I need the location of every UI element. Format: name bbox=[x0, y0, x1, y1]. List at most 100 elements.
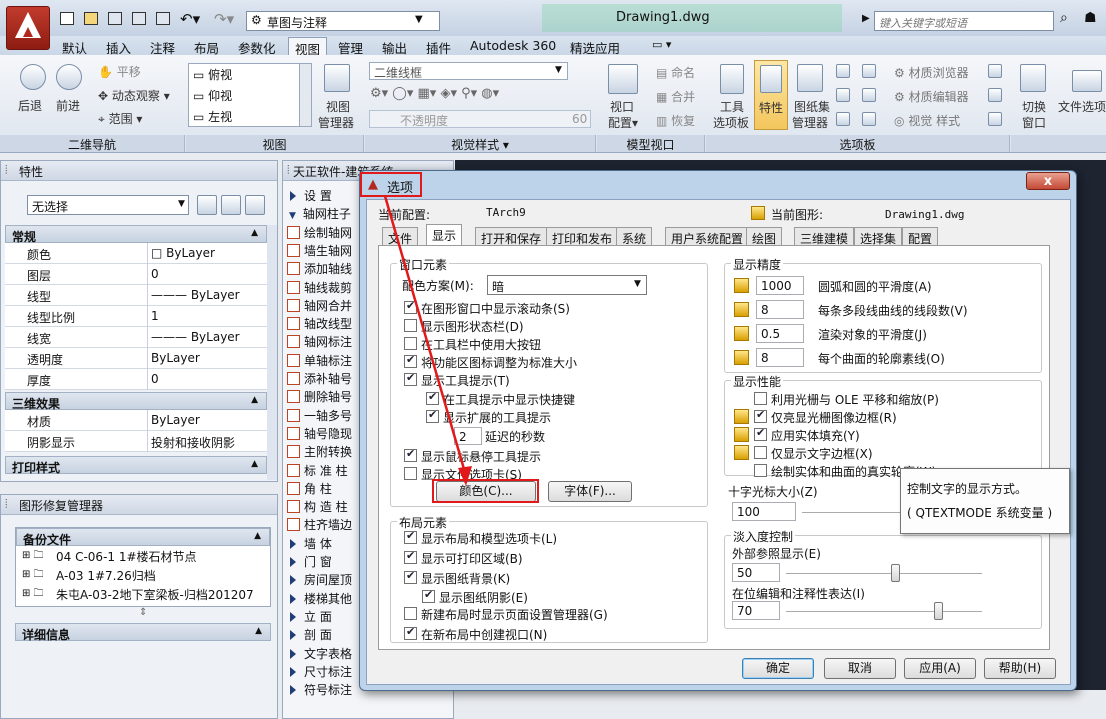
palette-small-7-icon[interactable] bbox=[988, 64, 1002, 78]
tab-parametric[interactable]: 参数化 bbox=[232, 37, 282, 56]
palette-small-3-icon[interactable] bbox=[836, 88, 850, 102]
tab-user-preferences[interactable]: 用户系统配置 bbox=[665, 227, 750, 246]
tianzheng-item[interactable]: 一轴多号 bbox=[287, 407, 352, 425]
file-tabs-icon[interactable] bbox=[1072, 70, 1102, 92]
performance-checkbox[interactable] bbox=[754, 446, 767, 459]
tab-autodesk360[interactable]: Autodesk 360 bbox=[464, 37, 562, 55]
material-browser-button[interactable]: ⚙ 材质浏览器 bbox=[894, 64, 969, 81]
performance-checkbox[interactable] bbox=[754, 464, 767, 477]
palette-small-9-icon[interactable] bbox=[988, 112, 1002, 126]
section-general[interactable]: 常规 ▲ bbox=[5, 225, 267, 244]
window-element-checkbox[interactable] bbox=[404, 447, 417, 462]
tianzheng-item[interactable]: 文字表格 bbox=[287, 645, 352, 663]
opacity-field[interactable]: 不透明度 60 bbox=[369, 110, 591, 128]
tianzheng-item[interactable]: 角 柱 bbox=[287, 480, 332, 498]
tab-manage[interactable]: 管理 bbox=[332, 37, 369, 56]
tab-selection[interactable]: 选择集 bbox=[854, 227, 903, 246]
section-backup-files[interactable]: 备份文件 ▲ bbox=[16, 528, 270, 547]
tab-open-save[interactable]: 打开和保存 bbox=[475, 227, 548, 246]
layout-element-checkbox[interactable] bbox=[404, 549, 417, 564]
viewport-name-button[interactable]: ▤ 命名 bbox=[656, 64, 695, 81]
resolution-input[interactable]: 1000 bbox=[756, 276, 804, 295]
tianzheng-item[interactable]: 尺寸标注 bbox=[287, 663, 352, 681]
material-editor-button[interactable]: ⚙ 材质编辑器 bbox=[894, 88, 969, 105]
window-element-checkbox[interactable] bbox=[404, 371, 417, 386]
property-row[interactable]: 线型 ——— ByLayer bbox=[5, 285, 267, 306]
tab-default[interactable]: 默认 bbox=[56, 37, 93, 56]
crosshair-slider-track[interactable] bbox=[802, 512, 902, 514]
tab-layout[interactable]: 布局 bbox=[188, 37, 225, 56]
toggle-pickadd-icon[interactable] bbox=[197, 195, 217, 215]
binoculars-icon[interactable]: ⌕ bbox=[1060, 10, 1068, 26]
tianzheng-item[interactable]: 门 窗 bbox=[287, 553, 332, 571]
tooltip-delay-input[interactable]: 2 bbox=[454, 427, 482, 445]
cancel-button[interactable]: 取消 bbox=[824, 658, 896, 679]
view-bottom[interactable]: ▭ 仰视 bbox=[193, 87, 232, 104]
visual-style-palette-button[interactable]: ◎ 视觉 样式 bbox=[894, 112, 960, 129]
tianzheng-item[interactable]: 轴线裁剪 bbox=[287, 279, 352, 297]
tianzheng-item[interactable]: 柱齐墙边 bbox=[287, 516, 352, 534]
xref-fade-input[interactable]: 50 bbox=[732, 563, 780, 582]
tab-featured-apps[interactable]: 精选应用 bbox=[564, 37, 626, 56]
tab-plot-publish[interactable]: 打印和发布 bbox=[546, 227, 619, 246]
undo-icon[interactable]: ↶▾ bbox=[180, 10, 200, 28]
crosshair-size-input[interactable]: 100 bbox=[732, 502, 796, 521]
help-button[interactable]: 帮助(H) bbox=[984, 658, 1056, 679]
sheetset-icon[interactable] bbox=[797, 64, 823, 92]
window-element-checkbox[interactable] bbox=[404, 337, 417, 350]
view-top[interactable]: ▭ 俯视 bbox=[193, 66, 232, 83]
palette-small-5-icon[interactable] bbox=[836, 112, 850, 126]
performance-checkbox[interactable] bbox=[754, 426, 767, 441]
redo-icon[interactable]: ↷▾ bbox=[214, 10, 234, 28]
viewport-merge-button[interactable]: ▦ 合并 bbox=[656, 88, 695, 105]
switch-window-icon[interactable] bbox=[1020, 64, 1046, 92]
user-icon[interactable]: ☗ bbox=[1084, 10, 1097, 26]
tianzheng-item[interactable]: 房间屋顶 bbox=[287, 571, 352, 589]
window-element-checkbox[interactable] bbox=[404, 299, 417, 314]
inplace-fade-slider-track[interactable] bbox=[786, 611, 982, 613]
tab-system[interactable]: 系统 bbox=[616, 227, 653, 246]
visual-tools-row[interactable]: ⚙▾ ◯▾ ▦▾ ◈▾ ⚲▾ ◍▾ bbox=[370, 86, 499, 101]
tianzheng-item[interactable]: 删除轴号 bbox=[287, 388, 352, 406]
palette-small-6-icon[interactable] bbox=[862, 112, 876, 126]
tab-display[interactable]: 显示 bbox=[426, 224, 463, 246]
range-button[interactable]: ⌖ 范围 ▾ bbox=[98, 110, 142, 127]
tianzheng-item[interactable]: 添加轴线 bbox=[287, 260, 352, 278]
property-row[interactable]: 图层 0 bbox=[5, 264, 267, 285]
viewport-config-icon[interactable] bbox=[608, 64, 638, 94]
tianzheng-item[interactable]: 设 置 bbox=[287, 187, 332, 205]
forward-zoom-icon[interactable] bbox=[56, 64, 82, 90]
ribbon-toggle-icon[interactable]: ▭ ▾ bbox=[652, 38, 671, 51]
section-3d-effects[interactable]: 三维效果 ▲ bbox=[5, 392, 267, 411]
tab-plugins[interactable]: 插件 bbox=[420, 37, 457, 56]
apply-button[interactable]: 应用(A) bbox=[904, 658, 976, 679]
resolution-input[interactable]: 8 bbox=[756, 348, 804, 367]
window-element-checkbox[interactable] bbox=[404, 353, 417, 368]
layout-element-checkbox[interactable] bbox=[404, 625, 417, 640]
selection-select[interactable]: 无选择 ▼ bbox=[27, 195, 189, 215]
print-icon[interactable] bbox=[156, 12, 170, 25]
window-element-checkbox[interactable] bbox=[404, 467, 417, 480]
tianzheng-item[interactable]: ▼ 轴网柱子 bbox=[287, 205, 351, 223]
tab-profiles[interactable]: 配置 bbox=[902, 227, 939, 246]
xref-fade-slider-track[interactable] bbox=[786, 573, 982, 575]
palette-small-8-icon[interactable] bbox=[988, 88, 1002, 102]
tooltip-sub-checkbox[interactable] bbox=[426, 390, 439, 405]
select-objects-icon[interactable] bbox=[221, 195, 241, 215]
palette-small-4-icon[interactable] bbox=[862, 88, 876, 102]
tianzheng-item[interactable]: 添补轴号 bbox=[287, 370, 352, 388]
xref-fade-slider-thumb[interactable] bbox=[891, 564, 900, 582]
view-manager-icon[interactable] bbox=[324, 64, 350, 92]
visual-style-select[interactable]: 二维线框 ▼ bbox=[369, 62, 568, 80]
tianzheng-item[interactable]: 轴网标注 bbox=[287, 333, 352, 351]
property-row[interactable]: 颜色 □ ByLayer bbox=[5, 243, 267, 264]
tooltip-sub-checkbox[interactable] bbox=[426, 408, 439, 423]
tianzheng-item[interactable]: 楼梯其他 bbox=[287, 590, 352, 608]
section-details[interactable]: 详细信息 ▲ bbox=[15, 623, 271, 642]
search-expand-icon[interactable]: ▶ bbox=[862, 13, 870, 24]
tianzheng-item[interactable]: 轴网合并 bbox=[287, 297, 352, 315]
orbit-button[interactable]: ✥ 动态观察 ▾ bbox=[98, 87, 170, 104]
properties-scrollbar[interactable] bbox=[267, 225, 277, 480]
back-zoom-icon[interactable] bbox=[20, 64, 46, 90]
tianzheng-item[interactable]: 绘制轴网 bbox=[287, 224, 352, 242]
